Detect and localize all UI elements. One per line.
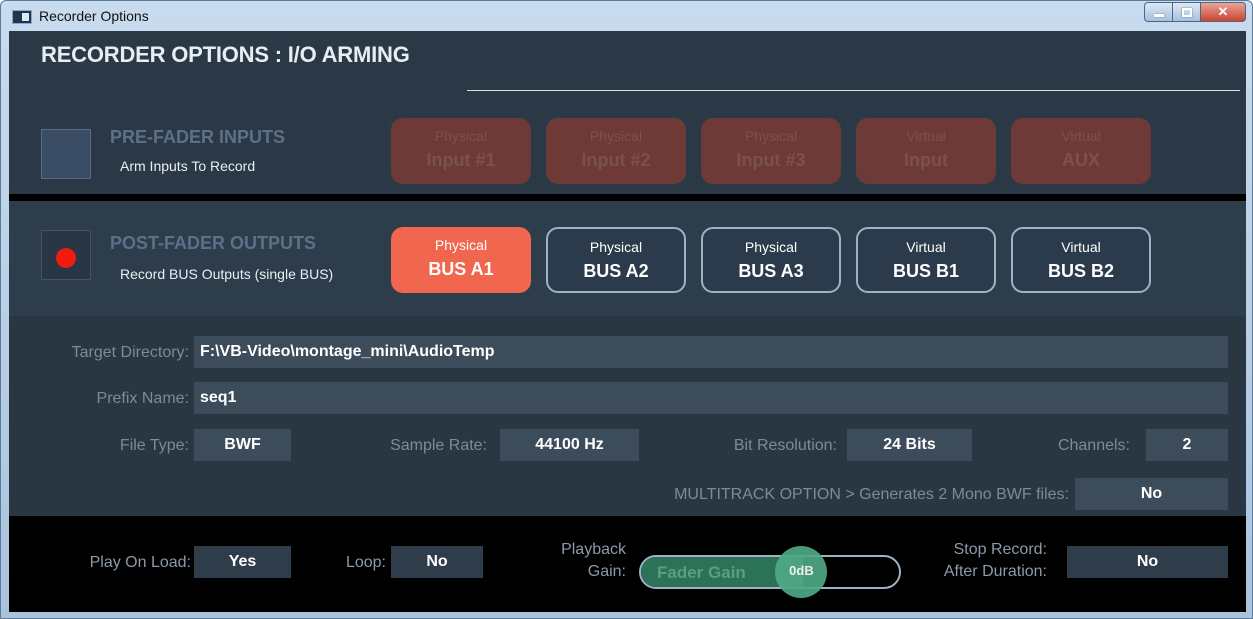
prefix-name-field[interactable]: seq1 xyxy=(194,382,1228,414)
title-bar[interactable]: Recorder Options ✕ xyxy=(1,1,1252,31)
stop-record-label-line1: Stop Record: xyxy=(953,541,1047,558)
playback-gain-fader[interactable]: Fader Gain xyxy=(639,555,901,589)
channels-field[interactable]: 2 xyxy=(1146,429,1228,461)
input-name-label: AUX xyxy=(1061,150,1100,170)
input-name-label: Input #3 xyxy=(736,150,806,170)
input-name-label: Input #2 xyxy=(581,150,651,170)
stop-record-label-line2: After Duration: xyxy=(943,563,1047,580)
loop-label: Loop: xyxy=(345,554,386,571)
maximize-icon xyxy=(1181,7,1192,17)
play-on-load-field[interactable]: Yes xyxy=(194,546,291,578)
close-icon: ✕ xyxy=(1217,4,1229,19)
input-name-label: Input xyxy=(904,150,948,170)
multitrack-field[interactable]: No xyxy=(1075,478,1228,510)
sample-rate-label: Sample Rate: xyxy=(390,437,487,454)
close-button[interactable]: ✕ xyxy=(1200,2,1246,22)
bus-type-label: Physical xyxy=(434,237,488,253)
file-type-label: File Type: xyxy=(119,437,189,454)
input-type-label: Virtual xyxy=(1061,128,1101,144)
pre-fader-subtitle: Arm Inputs To Record xyxy=(120,158,256,174)
input-virtual-aux-button[interactable]: Virtual AUX xyxy=(1011,118,1151,184)
app-icon xyxy=(12,10,32,24)
maximize-button[interactable] xyxy=(1172,2,1200,22)
bus-name-label: BUS B1 xyxy=(892,261,959,281)
input-physical-3-button[interactable]: Physical Input #3 xyxy=(701,118,841,184)
playback-gain-label-line2: Gain: xyxy=(587,563,626,580)
bus-type-label: Physical xyxy=(744,239,798,255)
input-type-label: Physical xyxy=(589,128,643,144)
prefix-name-label: Prefix Name: xyxy=(96,390,189,407)
channels-label: Channels: xyxy=(1057,437,1130,454)
input-name-label: Input #1 xyxy=(426,150,496,170)
input-type-label: Physical xyxy=(434,128,488,144)
bus-a3-button[interactable]: Physical BUS A3 xyxy=(701,227,841,293)
post-fader-arm-button[interactable] xyxy=(41,230,91,280)
window-title: Recorder Options xyxy=(39,8,149,24)
bus-b1-button[interactable]: Virtual BUS B1 xyxy=(856,227,996,293)
fader-gain-label: Fader Gain xyxy=(657,563,746,582)
bus-name-label: BUS A3 xyxy=(738,261,804,281)
input-type-label: Physical xyxy=(744,128,798,144)
minimize-icon xyxy=(1153,14,1164,17)
multitrack-label: MULTITRACK OPTION > Generates 2 Mono BWF… xyxy=(674,486,1069,503)
post-fader-subtitle: Record BUS Outputs (single BUS) xyxy=(120,266,334,282)
input-virtual-button[interactable]: Virtual Input xyxy=(856,118,996,184)
playback-gain-label: Playback Gain: xyxy=(561,539,626,583)
bus-type-label: Virtual xyxy=(1061,239,1101,255)
bus-name-label: BUS A2 xyxy=(583,261,649,281)
target-directory-label: Target Directory: xyxy=(71,344,189,361)
target-directory-field[interactable]: F:\VB-Video\montage_mini\AudioTemp xyxy=(194,336,1228,368)
window-controls: ✕ xyxy=(1144,2,1246,22)
page-title: RECORDER OPTIONS : I/O ARMING xyxy=(41,42,410,67)
bus-a2-button[interactable]: Physical BUS A2 xyxy=(546,227,686,293)
bus-b2-button[interactable]: Virtual BUS B2 xyxy=(1011,227,1151,293)
sample-rate-field[interactable]: 44100 Hz xyxy=(500,429,639,461)
loop-field[interactable]: No xyxy=(391,546,483,578)
input-type-label: Virtual xyxy=(906,128,946,144)
fader-value-label: 0dB xyxy=(789,563,814,578)
bit-resolution-label: Bit Resolution: xyxy=(733,437,837,454)
stop-record-label: Stop Record: After Duration: xyxy=(944,539,1047,583)
input-physical-1-button[interactable]: Physical Input #1 xyxy=(391,118,531,184)
minimize-button[interactable] xyxy=(1144,2,1172,22)
playback-gain-label-line1: Playback xyxy=(561,541,626,558)
play-on-load-label: Play On Load: xyxy=(89,554,191,571)
bus-type-label: Virtual xyxy=(906,239,946,255)
record-dot-icon xyxy=(56,248,76,268)
bus-a1-button[interactable]: Physical BUS A1 xyxy=(391,227,531,293)
input-physical-2-button[interactable]: Physical Input #2 xyxy=(546,118,686,184)
pre-fader-title: PRE-FADER INPUTS xyxy=(110,127,286,147)
bus-name-label: BUS A1 xyxy=(428,259,494,279)
recorder-panel: RECORDER OPTIONS : I/O ARMING PRE-FADER … xyxy=(9,31,1246,612)
post-fader-title: POST-FADER OUTPUTS xyxy=(110,233,317,253)
heading-divider xyxy=(467,90,1240,91)
bus-name-label: BUS B2 xyxy=(1047,261,1114,281)
stop-record-field[interactable]: No xyxy=(1067,546,1228,578)
bus-type-label: Physical xyxy=(589,239,643,255)
pre-fader-arm-button[interactable] xyxy=(41,129,91,179)
file-type-field[interactable]: BWF xyxy=(194,429,291,461)
recorder-options-window: Recorder Options ✕ RECORDER OPTIONS : I/… xyxy=(0,0,1253,619)
bit-resolution-field[interactable]: 24 Bits xyxy=(847,429,972,461)
